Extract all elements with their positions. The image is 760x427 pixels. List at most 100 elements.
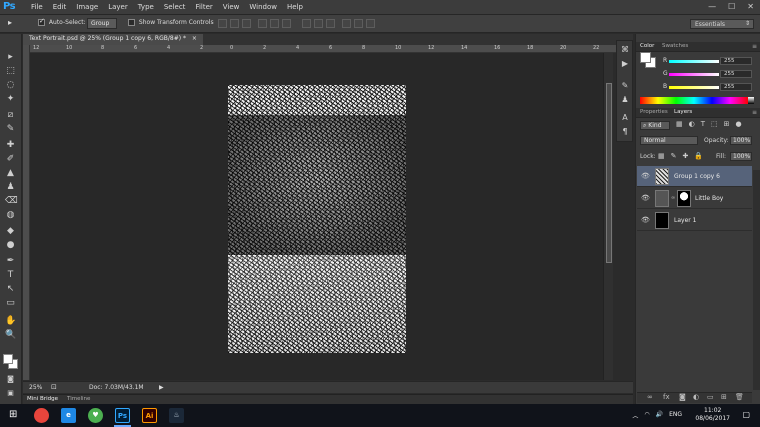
menu-view[interactable]: View (218, 3, 245, 11)
lasso-tool-icon[interactable]: ◌ (5, 80, 16, 91)
marquee-tool-icon[interactable]: ⬚ (5, 66, 16, 77)
auto-select-dropdown[interactable]: Group (87, 18, 117, 29)
auto-select-checkbox[interactable] (38, 17, 45, 26)
opacity-field[interactable]: 100% (730, 136, 752, 145)
minimize-button[interactable]: — (708, 2, 716, 11)
panel-menu-icon[interactable]: ≡ (752, 43, 757, 50)
visibility-eye-icon[interactable]: 👁 (641, 172, 650, 180)
channel-r-value[interactable]: 255 (720, 57, 752, 65)
start-windows-icon[interactable]: ⊞ (9, 409, 17, 420)
eraser-tool-icon[interactable]: ⌫ (5, 196, 18, 207)
menu-help[interactable]: Help (282, 3, 308, 11)
layer-row-layer-1[interactable]: 👁 Layer 1 (637, 210, 752, 231)
blend-mode-dropdown[interactable]: Normal (640, 136, 698, 145)
menu-window[interactable]: Window (244, 3, 282, 11)
notifications-icon[interactable]: ▢ (742, 410, 750, 419)
tab-color[interactable]: Color (640, 43, 654, 49)
layer-style-icon[interactable]: fx (663, 393, 670, 401)
foreground-color-swatch[interactable] (3, 354, 13, 364)
align-left-icon[interactable] (258, 19, 267, 28)
color-spectrum[interactable] (640, 97, 748, 104)
wifi-icon[interactable]: ◠ (644, 411, 649, 420)
hand-tool-icon[interactable]: ✋ (5, 316, 16, 327)
filter-type-icon[interactable]: T (701, 120, 705, 128)
tray-expand-icon[interactable]: ︿ (632, 411, 638, 420)
layer-filter-dropdown[interactable]: ⌕ Kind (640, 121, 670, 130)
text-portrait-artwork[interactable] (228, 85, 406, 353)
document-tab[interactable]: Text Portrait.psd @ 25% (Group 1 copy 6,… (23, 34, 203, 45)
status-menu-icon[interactable]: ▶ (159, 384, 164, 391)
tab-layers[interactable]: Layers (674, 109, 692, 115)
distribute-top-icon[interactable] (302, 19, 311, 28)
zoom-tool-icon[interactable]: 🔍 (5, 330, 16, 341)
layer-name[interactable]: Group 1 copy 6 (674, 173, 720, 180)
delete-layer-icon[interactable]: 🗑 (735, 393, 744, 401)
channel-b-slider[interactable] (669, 86, 719, 89)
chrome-icon[interactable] (34, 408, 49, 423)
align-vcenter-icon[interactable] (230, 19, 239, 28)
crop-tool-icon[interactable]: ⧄ (5, 110, 16, 121)
lock-all-icon[interactable]: 🔒 (694, 152, 703, 160)
paragraph-icon[interactable]: ¶ (620, 127, 630, 137)
path-select-tool-icon[interactable]: ↖ (5, 284, 16, 295)
tab-properties[interactable]: Properties (640, 109, 668, 115)
clone-stamp-tool-icon[interactable]: ▲ (5, 168, 16, 179)
filter-smart-object-icon[interactable]: ⊞ (724, 120, 730, 128)
layer-row-little-boy[interactable]: 👁 ∞ Little Boy (637, 188, 752, 209)
align-right-icon[interactable] (282, 19, 291, 28)
distribute-left-icon[interactable] (342, 19, 351, 28)
clone-source-icon[interactable]: ♟ (620, 95, 630, 105)
visibility-eye-icon[interactable]: 👁 (641, 194, 650, 202)
quick-mask-icon[interactable]: ◙ (5, 374, 16, 385)
channel-r-slider[interactable] (669, 60, 719, 63)
distribute-vcenter-icon[interactable] (314, 19, 323, 28)
workspace-dropdown[interactable]: Essentials ⇕ (690, 19, 754, 29)
edge-icon[interactable]: e (61, 408, 76, 423)
utorrent-icon[interactable]: ♥ (88, 408, 103, 423)
zoom-level[interactable]: 25% (29, 384, 42, 391)
menu-select[interactable]: Select (159, 3, 191, 11)
menu-edit[interactable]: Edit (48, 3, 72, 11)
layer-name[interactable]: Little Boy (695, 195, 723, 202)
dodge-tool-icon[interactable]: ● (5, 240, 16, 251)
menu-image[interactable]: Image (71, 3, 103, 11)
move-tool-preset-icon[interactable]: ▸ (8, 18, 12, 27)
visibility-eye-icon[interactable]: 👁 (641, 216, 650, 224)
taskbar-clock[interactable]: 11:02 08/06/2017 (695, 407, 730, 423)
type-tool-icon[interactable]: T (5, 270, 16, 281)
character-icon[interactable]: A (620, 113, 630, 123)
canvas-scrollbar[interactable] (603, 53, 613, 380)
channel-g-value[interactable]: 255 (720, 70, 752, 78)
new-group-icon[interactable]: ▭ (707, 393, 714, 401)
add-mask-icon[interactable]: ◙ (679, 393, 686, 401)
filter-pixel-icon[interactable]: ▦ (676, 120, 683, 128)
align-hcenter-icon[interactable] (270, 19, 279, 28)
blur-tool-icon[interactable]: ◆ (5, 226, 16, 237)
gradient-tool-icon[interactable]: ◍ (5, 210, 16, 221)
export-icon[interactable]: ⊡ (51, 383, 57, 391)
scrollbar-thumb[interactable] (606, 83, 612, 263)
tab-mini-bridge[interactable]: Mini Bridge (27, 396, 58, 402)
brush-preset-icon[interactable]: ✎ (620, 81, 630, 91)
actions-icon[interactable]: ▶ (620, 59, 630, 69)
brush-tool-icon[interactable]: ✐ (5, 154, 16, 165)
healing-tool-icon[interactable]: ✚ (5, 140, 16, 151)
menu-filter[interactable]: Filter (190, 3, 217, 11)
menu-type[interactable]: Type (133, 3, 159, 11)
transform-controls-checkbox[interactable] (128, 19, 135, 26)
screen-mode-icon[interactable]: ▣ (5, 388, 16, 399)
shape-tool-icon[interactable]: ▭ (5, 298, 16, 309)
align-bottom-icon[interactable] (242, 19, 251, 28)
close-tab-icon[interactable]: × (192, 35, 197, 42)
lock-position-icon[interactable]: ✚ (683, 152, 689, 160)
distribute-right-icon[interactable] (366, 19, 375, 28)
channel-g-slider[interactable] (669, 73, 719, 76)
link-layers-icon[interactable]: ∞ (647, 393, 653, 401)
quick-select-tool-icon[interactable]: ✦ (5, 94, 16, 105)
layer-mask-thumbnail[interactable] (677, 190, 691, 207)
distribute-bottom-icon[interactable] (326, 19, 335, 28)
align-top-icon[interactable] (218, 19, 227, 28)
history-icon[interactable]: ⌘ (620, 45, 630, 55)
lock-pixels-icon[interactable]: ✎ (671, 152, 677, 160)
close-button[interactable]: ✕ (747, 2, 754, 11)
